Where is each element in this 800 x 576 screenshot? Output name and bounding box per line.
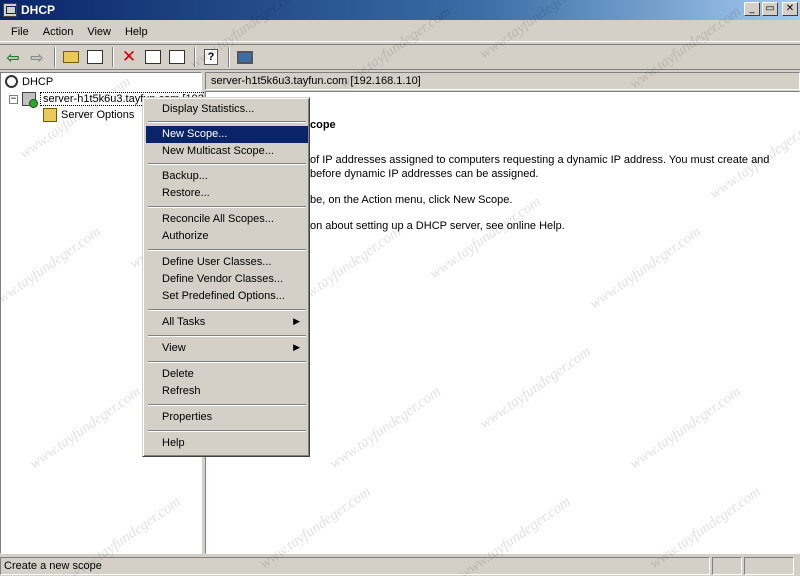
menu-item-authorize[interactable]: Authorize — [146, 228, 308, 245]
status-cell-empty — [712, 556, 742, 575]
window-controls: _ ▭ ✕ — [744, 2, 798, 16]
status-cell-empty — [744, 556, 794, 575]
window-title: DHCP — [21, 3, 56, 17]
properties-button[interactable] — [142, 46, 164, 68]
back-arrow-icon: ⇦ — [6, 47, 20, 67]
restore-button[interactable]: ▭ — [762, 2, 778, 16]
submenu-arrow-icon: ▶ — [293, 317, 300, 327]
console-icon — [237, 50, 253, 64]
menu-item-reconcile-all-scopes[interactable]: Reconcile All Scopes... — [146, 211, 308, 228]
content-heading: cope — [310, 119, 336, 131]
help-button[interactable]: ? — [200, 46, 222, 68]
collapse-toggle[interactable]: − — [9, 94, 18, 104]
tree-node-label: DHCP — [22, 75, 54, 88]
menu-action[interactable]: Action — [36, 24, 81, 40]
delete-button[interactable]: ✕ — [118, 46, 140, 68]
delete-icon: ✕ — [121, 47, 137, 67]
forward-arrow-icon: ⇨ — [30, 47, 44, 67]
menu-separator — [148, 430, 306, 432]
menu-item-label: View — [162, 342, 186, 354]
menu-separator — [148, 206, 306, 208]
result-pane-header: server-h1t5k6u3.tayfun.com [192.168.1.10… — [205, 72, 800, 90]
toolbar-separator — [54, 47, 56, 67]
content-paragraph: be, on the Action menu, click New Scope. — [310, 194, 513, 206]
menu-view[interactable]: View — [80, 24, 118, 40]
menu-item-refresh[interactable]: Refresh — [146, 383, 308, 400]
tree-node-server-options[interactable]: Server Options — [43, 108, 134, 122]
menu-item-properties[interactable]: Properties — [146, 409, 308, 426]
menu-file[interactable]: File — [4, 24, 36, 40]
menu-item-new-multicast-scope[interactable]: New Multicast Scope... — [146, 143, 308, 160]
toolbar: ⇦ ⇨ ✕ ? — [0, 44, 800, 70]
minimize-button[interactable]: _ — [744, 2, 760, 16]
show-hide-tree-icon — [87, 50, 103, 64]
refresh-button[interactable] — [166, 46, 188, 68]
console-button[interactable] — [234, 46, 256, 68]
tree-node-dhcp[interactable]: DHCP — [5, 75, 53, 88]
menu-separator — [148, 309, 306, 311]
toolbar-separator — [112, 47, 114, 67]
menu-item-new-scope[interactable]: New Scope... — [146, 126, 308, 143]
menu-item-view[interactable]: View ▶ — [146, 340, 308, 357]
forward-button[interactable]: ⇨ — [26, 46, 48, 68]
menu-item-help[interactable]: Help — [146, 435, 308, 452]
menu-item-set-predefined-options[interactable]: Set Predefined Options... — [146, 288, 308, 305]
menu-item-restore[interactable]: Restore... — [146, 185, 308, 202]
up-folder-icon — [63, 51, 79, 63]
properties-icon — [145, 50, 161, 64]
menu-separator — [148, 361, 306, 363]
menu-bar: File Action View Help — [0, 22, 800, 42]
menu-separator — [148, 249, 306, 251]
show-hide-tree-button[interactable] — [84, 46, 106, 68]
menu-separator — [148, 163, 306, 165]
menu-separator — [148, 404, 306, 406]
status-bar: Create a new scope — [0, 555, 800, 576]
menu-item-define-vendor-classes[interactable]: Define Vendor Classes... — [146, 271, 308, 288]
content-paragraph: of IP addresses assigned to computers re… — [310, 154, 770, 166]
close-button[interactable]: ✕ — [782, 2, 798, 16]
menu-item-delete[interactable]: Delete — [146, 366, 308, 383]
dhcp-app-icon — [3, 3, 17, 17]
dhcp-icon — [5, 75, 18, 88]
back-button[interactable]: ⇦ — [2, 46, 24, 68]
menu-separator — [148, 121, 306, 123]
content-paragraph: before dynamic IP addresses can be assig… — [310, 168, 539, 180]
submenu-arrow-icon: ▶ — [293, 343, 300, 353]
context-menu: Display Statistics... New Scope... New M… — [142, 97, 310, 457]
menu-help[interactable]: Help — [118, 24, 155, 40]
menu-separator — [148, 335, 306, 337]
tree-node-label: Server Options — [61, 109, 135, 121]
toolbar-separator — [194, 47, 196, 67]
server-icon — [22, 92, 38, 108]
server-options-icon — [43, 108, 57, 122]
menu-item-label: All Tasks — [162, 316, 206, 328]
menu-item-display-statistics[interactable]: Display Statistics... — [146, 101, 308, 118]
content-paragraph: on about setting up a DHCP server, see o… — [310, 220, 565, 232]
help-icon: ? — [204, 49, 218, 65]
menu-item-backup[interactable]: Backup... — [146, 168, 308, 185]
status-text: Create a new scope — [0, 556, 710, 575]
menu-item-define-user-classes[interactable]: Define User Classes... — [146, 254, 308, 271]
toolbar-separator — [228, 47, 230, 67]
up-one-level-button[interactable] — [60, 46, 82, 68]
title-bar: DHCP _ ▭ ✕ — [0, 0, 800, 20]
refresh-icon — [169, 50, 185, 64]
menu-item-all-tasks[interactable]: All Tasks ▶ — [146, 314, 308, 331]
